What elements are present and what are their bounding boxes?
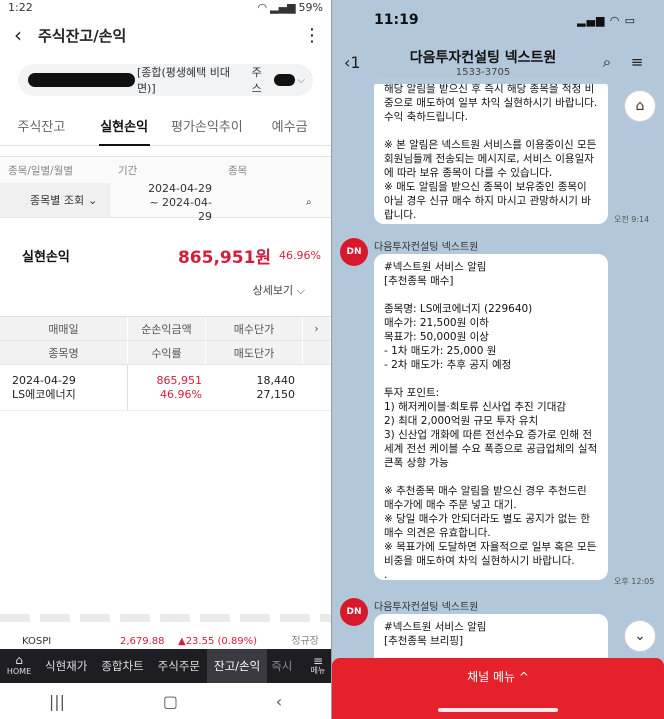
tab-deposit[interactable]: 예수금 [248, 116, 331, 145]
col-buy-price: 매수단가 [206, 317, 303, 341]
row-buy-price: 18,440 [256, 373, 296, 387]
nav-instant[interactable]: 즉시 [267, 649, 296, 683]
nav-current-price[interactable]: 식현재가 [38, 649, 94, 683]
wifi-icon: ◠ [257, 0, 268, 14]
hamburger-icon[interactable]: ≡ [622, 53, 652, 71]
chat-message-buy-alert: #넥스트원 서비스 알림 [추천종목 매수] 종목명: LS에코에너지 (229… [374, 254, 608, 581]
row-profit: 865,951 [156, 373, 203, 387]
chat-header: ‹1 다음투자컨설팅 넥스트원 1533-3705 ⌕ ≡ [332, 40, 664, 84]
filter-kind-label: 종목/일별/월별 [8, 165, 74, 177]
message-time: 오전 9:14 [614, 215, 650, 224]
account-selector[interactable]: [종합(평생혜택 비대면)] 주스 ⌵ [18, 64, 313, 96]
account-suffix: 주스 [251, 66, 262, 95]
channel-avatar[interactable]: DN [340, 598, 368, 626]
ticker-scroll-remnant [0, 614, 331, 622]
realized-pnl-summary: 실현손익 865,951원 46.96% [0, 230, 331, 280]
bottom-navigation: ⌂ HOME 식현재가 종합차트 주식주문 잔고/손익 즉시 ≡ 메뉴 [0, 649, 331, 683]
filter-panel: 종목/일별/월별 기간 종목 종목별 조회 ⌄ 2024-04-29 ~ 202… [0, 156, 331, 223]
chat-title: 다음투자컨설팅 넥스트원 [409, 49, 557, 66]
col-stock-name: 종목명 [0, 341, 128, 365]
ticker-index-change: ▲23.55 (0.89%) [178, 636, 258, 647]
tab-valuation-trend[interactable]: 평가손익추이 [166, 116, 249, 145]
home-icon[interactable]: ⌂ [624, 90, 656, 122]
back-arrow-icon[interactable]: ‹ [14, 23, 38, 47]
page-title: 주식잔고/손익 [38, 26, 127, 45]
hamburger-icon: ≡ [312, 654, 324, 668]
chat-message-sell-alert: 해당 알림을 받으신 후 즉시 해당 종목을 적정 비중으로 매도하여 일부 차… [374, 78, 608, 224]
home-button[interactable]: ⌂ HOME [0, 653, 38, 677]
scroll-right-icon[interactable]: › [303, 317, 331, 341]
table-row[interactable]: 2024-04-29 LS에코에너지 865,951 46.96% 18,440… [0, 365, 331, 411]
col-net-profit: 순손익금액 [128, 317, 206, 341]
battery-level: 59% [298, 0, 323, 14]
home-circle-icon[interactable]: ▢ [163, 692, 178, 711]
pnl-table: 매매일 순손익금액 매수단가 › 종목명 수익률 매도단가 2024-04-29… [0, 316, 331, 411]
channel-avatar[interactable]: DN [340, 238, 368, 266]
redacted-owner-name [273, 74, 296, 86]
search-icon[interactable]: ⌕ [592, 53, 622, 71]
status-time: 1:22 [8, 0, 33, 14]
row-sell-price: 27,150 [256, 387, 296, 401]
ticker-index-name: KOSPI [22, 636, 52, 647]
message-time: 오후 12:05 [614, 577, 655, 586]
chevron-down-icon: ⌄ [88, 193, 98, 207]
query-type-value: 종목별 조회 [30, 194, 85, 207]
row-date: 2024-04-29 [12, 373, 76, 387]
back-icon[interactable]: ‹ [276, 692, 282, 711]
system-navigation: ||| ▢ ‹ [0, 683, 331, 719]
redacted-account-number [28, 73, 135, 87]
signal-icon: ▂▄▆ [270, 0, 296, 14]
row-rate: 46.96% [160, 387, 202, 401]
realized-pnl-label: 실현손익 [22, 249, 70, 265]
home-icon: ⌂ [15, 653, 23, 667]
chat-phone: 1533-3705 [455, 66, 511, 78]
sender-name: 다음투자컨설팅 넥스트원 [374, 602, 479, 613]
status-bar: 1:22 ◠ ▂▄▆ 59% [0, 0, 331, 14]
status-bar: 11:19 ▂▄▆ ◠ ▭ [332, 0, 664, 40]
search-icon[interactable]: ⌕ [306, 197, 312, 208]
date-to: ~ 2024-04-29 [149, 196, 212, 223]
home-indicator [438, 708, 558, 712]
date-range[interactable]: 2024-04-29 ~ 2024-04-29 [138, 182, 212, 224]
ticker-index-value: 2,679.88 [120, 636, 165, 647]
realized-pnl-amount: 865,951원 [177, 247, 272, 268]
col-trade-date: 매매일 [0, 317, 128, 341]
query-type-select[interactable]: 종목별 조회 ⌄ [0, 183, 110, 217]
tab-holdings[interactable]: 주식잔고 [0, 116, 83, 145]
filter-period-label: 기간 [118, 165, 138, 177]
left-app-panel: 1:22 ◠ ▂▄▆ 59% ‹ 주식잔고/손익 ⋮ [종합(평생혜택 비대면)… [0, 0, 331, 719]
tab-realized-pnl[interactable]: 실현손익 [83, 116, 166, 146]
col-return-rate: 수익률 [128, 341, 206, 365]
realized-pnl-rate: 46.96% [279, 248, 321, 262]
back-arrow-icon[interactable]: ‹1 [344, 53, 374, 72]
nav-balance[interactable]: 잔고/손익 [206, 649, 268, 683]
detail-view-link[interactable]: 상세보기 ⌵ [0, 282, 331, 298]
tab-bar: 주식잔고 실현손익 평가손익추이 예수금 [0, 102, 331, 146]
sender-name: 다음투자컨설팅 넥스트원 [374, 242, 479, 253]
row-stock-name: LS에코에너지 [12, 387, 76, 401]
filter-stock-label: 종목 [228, 165, 248, 177]
chevron-down-icon: ⌵ [296, 284, 305, 297]
signal-wifi-battery-icon: ▂▄▆ ◠ ▭ [577, 13, 636, 27]
market-session: 정규장 [291, 636, 319, 647]
status-time: 11:19 [374, 12, 419, 28]
right-chat-panel: 11:19 ▂▄▆ ◠ ▭ 해당 알림을 받으신 후 즉시 해당 종목을 적정 … [332, 0, 664, 719]
menu-button[interactable]: ≡ 메뉴 [305, 654, 331, 676]
more-options-icon[interactable]: ⋮ [303, 25, 321, 46]
chevron-down-icon: ⌵ [297, 74, 305, 86]
nav-chart[interactable]: 종합차트 [94, 649, 150, 683]
market-ticker: KOSPI 2,679.88 ▲23.55 (0.89%) 정규장 [0, 606, 331, 652]
scroll-down-icon[interactable]: ⌄ [624, 620, 656, 652]
nav-order[interactable]: 주식주문 [151, 649, 207, 683]
col-sell-price: 매도단가 [206, 341, 303, 365]
page-header: ‹ 주식잔고/손익 ⋮ [0, 14, 331, 56]
account-type: [종합(평생혜택 비대면)] [136, 66, 230, 95]
recent-apps-icon[interactable]: ||| [49, 692, 65, 711]
table-header: 매매일 순손익금액 매수단가 › 종목명 수익률 매도단가 [0, 317, 331, 365]
date-from: 2024-04-29 [148, 182, 212, 195]
